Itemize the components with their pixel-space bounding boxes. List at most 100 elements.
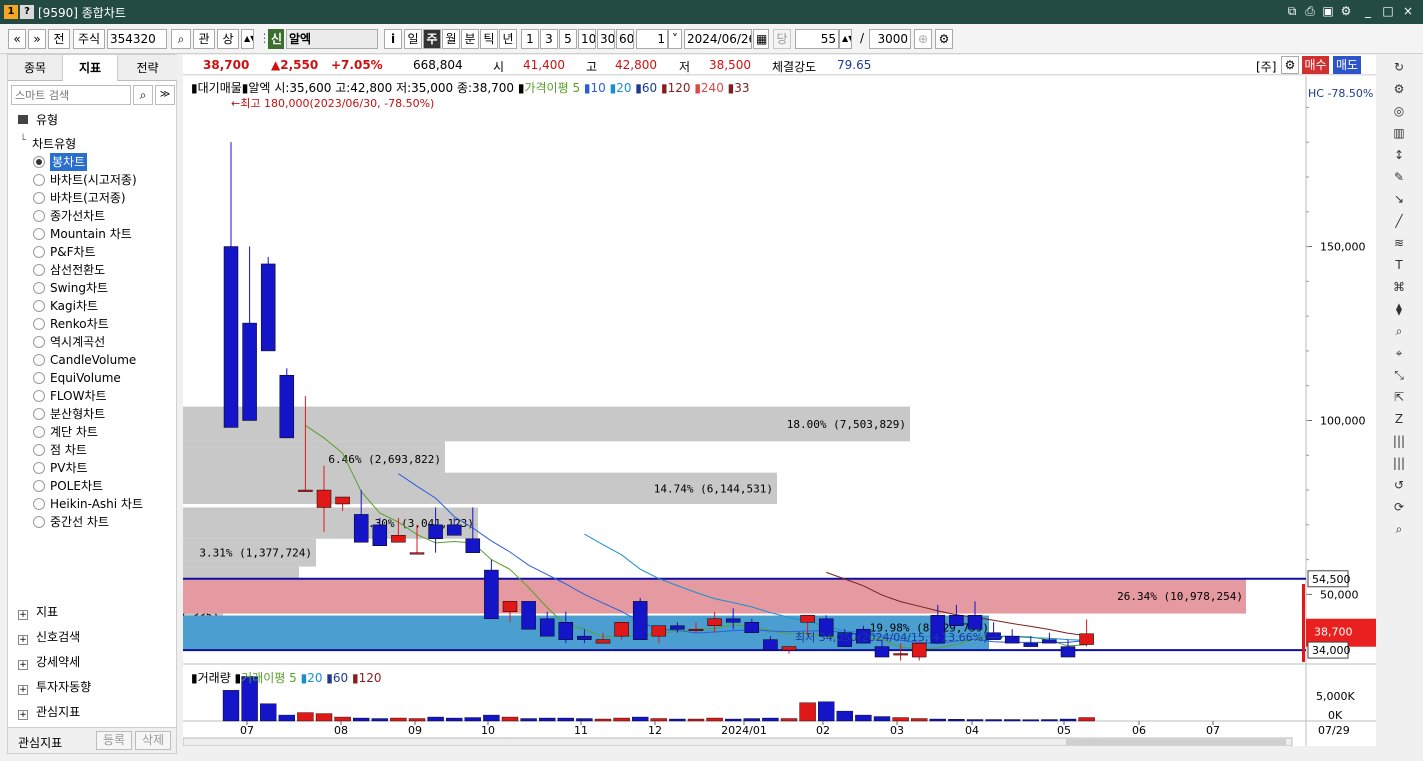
chart-type-item[interactable]: P&F차트: [50, 243, 96, 261]
max-bars-input[interactable]: 3000: [869, 29, 911, 49]
chart-type-item[interactable]: Swing차트: [50, 279, 108, 297]
chart-type-item[interactable]: 분산형차트: [50, 405, 105, 423]
chart-type-item[interactable]: Kagi차트: [50, 297, 98, 315]
line-icon[interactable]: ╱: [1388, 210, 1410, 232]
expand-icon[interactable]: ≫: [155, 85, 175, 105]
tab-indicators[interactable]: 지표: [63, 55, 118, 81]
link-icon[interactable]: ⧉: [1284, 3, 1300, 19]
price-chart[interactable]: 150,000100,00050,00018.00% (7,503,829)6.…: [120, 76, 1376, 747]
z-icon[interactable]: Z: [1388, 408, 1410, 430]
watch-button[interactable]: 관: [193, 29, 215, 49]
chart-area[interactable]: 150,000 100,000 50,000 18.00% (7,503,829) 6.…: [120, 76, 1376, 747]
chart-type-item[interactable]: Heikin-Ashi 차트: [50, 495, 143, 513]
help-icon[interactable]: ?: [20, 5, 34, 19]
unit-count-input[interactable]: 1: [636, 29, 668, 49]
minute-1[interactable]: 1: [521, 29, 539, 49]
period-tick[interactable]: 틱: [480, 29, 498, 49]
chart-type-item[interactable]: Renko차트: [50, 315, 109, 333]
chart-type-radio[interactable]: [33, 498, 45, 510]
chart-type-radio[interactable]: [33, 246, 45, 258]
stock-code-input[interactable]: 354320: [107, 29, 167, 49]
zoom-icon[interactable]: ⌕: [1388, 320, 1410, 342]
settings-icon[interactable]: ⚙: [935, 29, 953, 49]
chart-type-radio[interactable]: [33, 444, 45, 456]
chart-type-radio[interactable]: [33, 390, 45, 402]
register-button[interactable]: 등록: [96, 731, 132, 750]
minute-5[interactable]: 5: [559, 29, 577, 49]
maximize-button[interactable]: □: [1380, 3, 1396, 19]
shape-icon[interactable]: ⌘: [1388, 276, 1410, 298]
period-year[interactable]: 년: [499, 29, 517, 49]
chart-type-radio[interactable]: [33, 318, 45, 330]
chart-type-radio[interactable]: [33, 516, 45, 528]
rank-button[interactable]: 상: [217, 29, 239, 49]
chart-type-item[interactable]: 점 차트: [50, 441, 87, 459]
chart-type-item[interactable]: POLE차트: [50, 477, 103, 495]
period-minute[interactable]: 분: [461, 29, 479, 49]
section-strength[interactable]: + 강세약세: [18, 650, 80, 674]
date-input[interactable]: 2024/06/26: [684, 29, 752, 49]
chart-type-radio[interactable]: [33, 174, 45, 186]
arrow-icon[interactable]: ↘: [1388, 188, 1410, 210]
period-month[interactable]: 월: [442, 29, 460, 49]
chart-type-item[interactable]: 종가선차트: [50, 207, 105, 225]
redo-icon[interactable]: ⟳: [1388, 496, 1410, 518]
chart-type-radio[interactable]: [33, 192, 45, 204]
fit-icon[interactable]: ⤡: [1388, 364, 1410, 386]
crosshair-icon[interactable]: ⌖: [1388, 342, 1410, 364]
scale-icon[interactable]: ↕: [1388, 144, 1410, 166]
chart-type-radio[interactable]: [33, 408, 45, 420]
pen-icon[interactable]: ✎: [1388, 166, 1410, 188]
next-stock-button[interactable]: »: [28, 29, 46, 49]
chevron-down-icon[interactable]: ˅: [668, 29, 682, 49]
period-day[interactable]: 일: [404, 29, 422, 49]
minute-3[interactable]: 3: [540, 29, 558, 49]
chart-type-radio[interactable]: [33, 354, 45, 366]
chart-type-radio[interactable]: [33, 228, 45, 240]
info-button[interactable]: i: [384, 29, 402, 49]
chart-type-item[interactable]: 중간선 차트: [50, 513, 109, 531]
chart-type-radio[interactable]: [33, 264, 45, 276]
tab-stocks[interactable]: 종목: [8, 55, 63, 81]
anchor-icon[interactable]: ⇱: [1388, 386, 1410, 408]
export-icon[interactable]: ⎙: [1302, 3, 1318, 19]
bar-count-input[interactable]: 55: [795, 29, 839, 49]
chart-type-item[interactable]: Mountain 차트: [50, 225, 132, 243]
grid-icon[interactable]: |||: [1388, 430, 1410, 452]
settings-icon[interactable]: ⚙: [1281, 56, 1299, 74]
tab-strategy[interactable]: 전략: [118, 55, 177, 81]
marker-icon[interactable]: ⧫: [1388, 298, 1410, 320]
section-signal-search[interactable]: + 신호검색: [18, 625, 80, 649]
prev-stock-button[interactable]: «: [8, 29, 26, 49]
text-icon[interactable]: T: [1388, 254, 1410, 276]
zoom-icon[interactable]: ⊕: [914, 29, 932, 49]
chart-type-radio[interactable]: [33, 336, 45, 348]
minute-60[interactable]: 60: [616, 29, 634, 49]
chart-type-radio[interactable]: [33, 282, 45, 294]
buy-button[interactable]: 매수: [1302, 56, 1329, 74]
chart-type-radio[interactable]: [33, 372, 45, 384]
chart-type-radio[interactable]: [33, 156, 45, 168]
delete-button[interactable]: 삭제: [135, 731, 171, 750]
refresh-icon[interactable]: ↻: [1388, 56, 1410, 78]
section-watch-indicators[interactable]: + 관심지표: [18, 700, 80, 724]
chart-type-radio[interactable]: [33, 210, 45, 222]
target-icon[interactable]: ◎: [1388, 100, 1410, 122]
search-icon[interactable]: ⌕: [133, 85, 153, 105]
grid2-icon[interactable]: |||: [1388, 452, 1410, 474]
gear-icon[interactable]: ⚙: [1388, 78, 1410, 100]
chart-type-radio[interactable]: [33, 300, 45, 312]
chart-type-item[interactable]: 계단 차트: [50, 423, 98, 441]
chart-type-item[interactable]: 봉차트: [50, 153, 88, 171]
section-investor-trend[interactable]: + 투자자동향: [18, 675, 91, 699]
minute-30[interactable]: 30: [597, 29, 615, 49]
chart-type-item[interactable]: 바차트(고저종): [50, 189, 126, 207]
undo-icon[interactable]: ↺: [1388, 474, 1410, 496]
chart-type-radio[interactable]: [33, 426, 45, 438]
auto-icon[interactable]: ≋: [1388, 232, 1410, 254]
search-icon[interactable]: ⌕: [1388, 518, 1410, 540]
chart-type-item[interactable]: PV차트: [50, 459, 88, 477]
search-icon[interactable]: ⌕: [171, 29, 191, 49]
chart-type-item[interactable]: 역시계곡선: [50, 333, 105, 351]
calendar-icon[interactable]: ▦: [753, 29, 769, 49]
